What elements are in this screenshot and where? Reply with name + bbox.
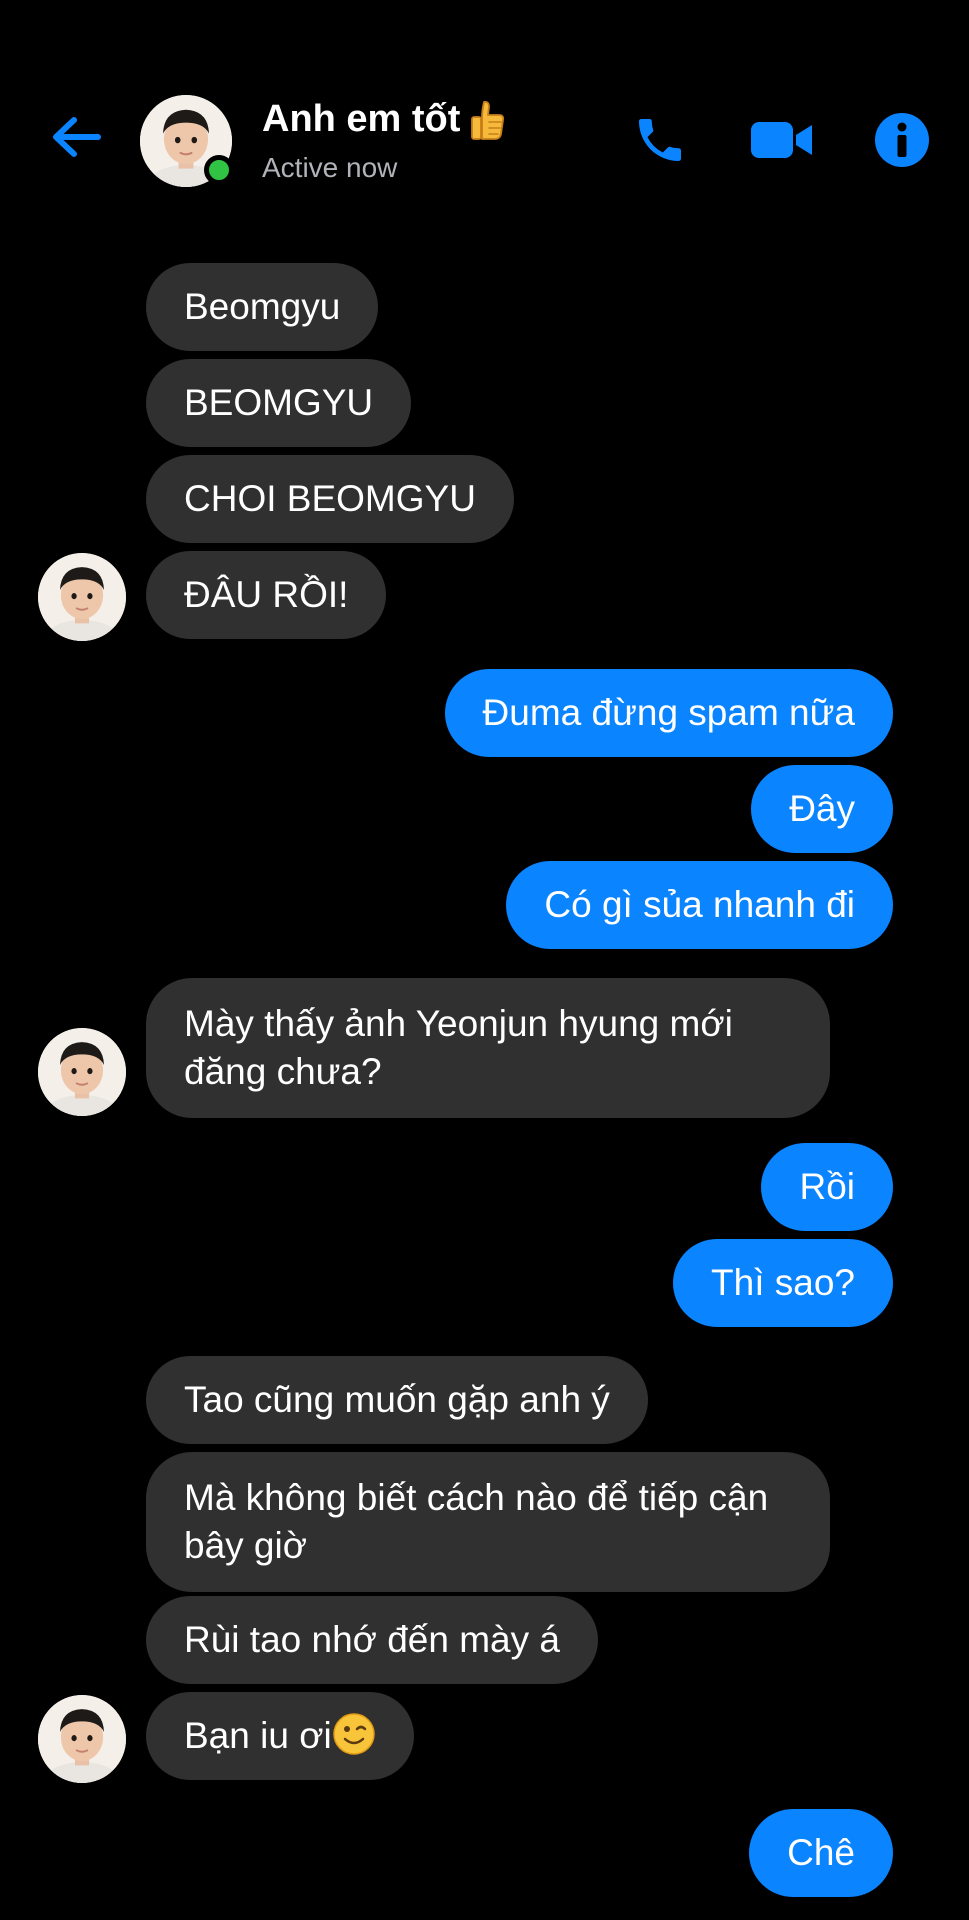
info-icon: [875, 113, 929, 167]
contact-name[interactable]: Anh em tốt: [262, 98, 506, 141]
incoming-message[interactable]: Rùi tao nhớ đến mày á: [146, 1596, 598, 1684]
video-camera-icon: [751, 122, 812, 158]
incoming-message[interactable]: Mày thấy ảnh Yeonjun hyung mới đăng chưa…: [146, 978, 830, 1118]
sender-avatar[interactable]: [38, 1028, 126, 1116]
thumbs-up-icon: [471, 100, 505, 140]
sender-avatar[interactable]: [38, 1695, 126, 1783]
online-indicator: [204, 155, 234, 185]
outgoing-message[interactable]: Đuma đừng spam nữa: [444, 669, 893, 757]
outgoing-message[interactable]: Có gì sủa nhanh đi: [506, 861, 893, 949]
video-call-button[interactable]: [750, 108, 814, 172]
back-arrow-icon: [53, 117, 101, 157]
winking-face-icon: [332, 1713, 375, 1755]
incoming-message[interactable]: Tao cũng muốn gặp anh ý: [146, 1356, 648, 1444]
contact-name-text: Anh em tốt: [262, 98, 461, 140]
voice-call-button[interactable]: [628, 108, 692, 172]
message-text: Bạn iu ơi: [184, 1715, 332, 1756]
incoming-message[interactable]: Mà không biết cách nào để tiếp cận bây g…: [146, 1452, 830, 1592]
outgoing-message[interactable]: Đây: [751, 765, 893, 853]
incoming-message[interactable]: Bạn iu ơi: [146, 1692, 414, 1780]
incoming-message[interactable]: CHOI BEOMGYU: [146, 455, 514, 543]
outgoing-message[interactable]: Chê: [749, 1809, 893, 1897]
chat-header: Anh em tốt Active now: [0, 0, 969, 200]
back-button[interactable]: [44, 105, 108, 169]
conversation-info-button[interactable]: [870, 108, 934, 172]
incoming-message[interactable]: Beomgyu: [146, 263, 379, 351]
phone-icon: [639, 119, 681, 161]
sender-photo: [38, 1695, 126, 1783]
presence-status: Active now: [262, 152, 398, 183]
incoming-message[interactable]: ĐÂU RỒI!: [146, 551, 387, 639]
contact-avatar[interactable]: [140, 95, 234, 187]
sender-photo: [38, 553, 126, 641]
sender-photo: [38, 1028, 126, 1116]
outgoing-message[interactable]: Rồi: [761, 1143, 893, 1231]
incoming-message[interactable]: BEOMGYU: [146, 359, 412, 447]
outgoing-message[interactable]: Thì sao?: [673, 1239, 893, 1327]
sender-avatar[interactable]: [38, 553, 126, 641]
